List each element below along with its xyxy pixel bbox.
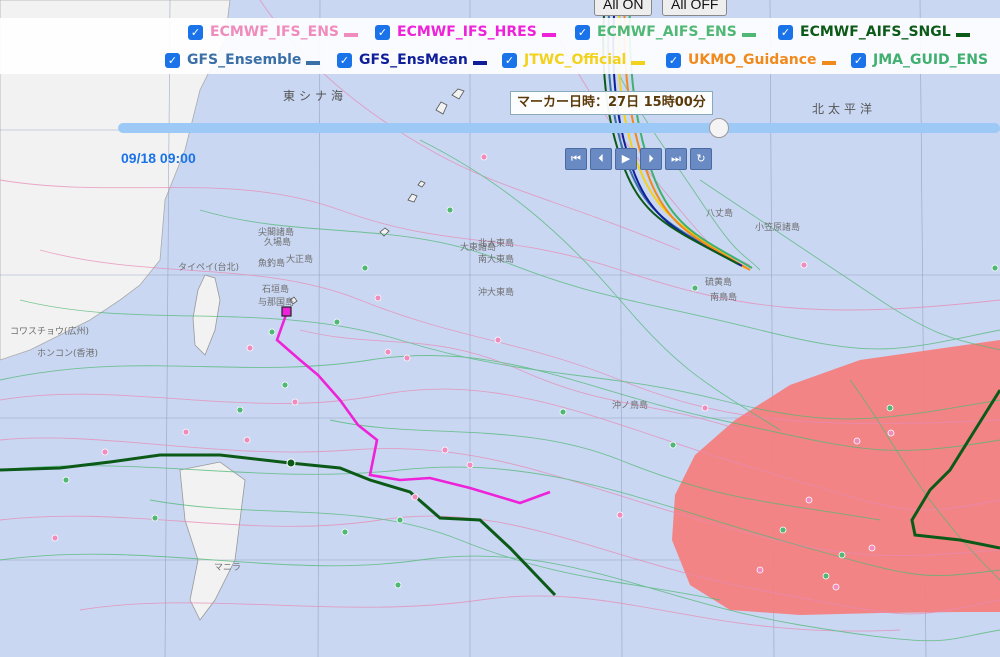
slider-thumb[interactable] — [708, 118, 729, 138]
place-label: 尖閣諸島 — [258, 226, 294, 238]
sea-label-east-china-sea: 東シナ海 — [283, 88, 347, 103]
legend-row-2: ✓ GFS_Ensemble ✓ GFS_EnsMean ✓ JTWC_Offi… — [0, 46, 1000, 74]
legend-label: ECMWF_IFS_HRES — [397, 24, 537, 40]
place-label: 小笠原諸島 — [755, 221, 800, 233]
play-icon[interactable]: ▶ — [615, 148, 637, 170]
place-label: マニラ — [214, 562, 241, 573]
legend-item-jma-guid-ens[interactable]: ✓ JMA_GUID_ENS — [851, 50, 988, 70]
legend-label: GFS_EnsMean — [359, 52, 468, 68]
legend-swatch — [631, 61, 646, 65]
place-label: 久場島 — [264, 236, 291, 248]
legend-swatch — [306, 61, 321, 65]
legend-label: UKMO_Guidance — [688, 52, 817, 68]
all-on-button[interactable]: All ON — [594, 0, 653, 16]
sea-label-north-pacific: 北太平洋 — [812, 101, 876, 116]
checkbox-icon[interactable]: ✓ — [165, 52, 180, 68]
legend-item-ukmo-guidance[interactable]: ✓ UKMO_Guidance — [666, 50, 836, 70]
prev-icon[interactable]: ⏴ — [590, 148, 612, 170]
checkbox-icon[interactable]: ✓ — [188, 24, 203, 40]
legend-label: GFS_Ensemble — [187, 52, 302, 68]
legend-item-gfs-ensemble[interactable]: ✓ GFS_Ensemble — [165, 50, 321, 70]
time-slider[interactable] — [118, 118, 1000, 138]
loop-icon[interactable]: ↻ — [690, 148, 712, 170]
aifs-position-marker — [286, 458, 296, 468]
legend-item-ecmwf-ifs-ens[interactable]: ✓ ECMWF_IFS_ENS — [188, 22, 358, 42]
place-label: 南大東島 — [478, 253, 514, 265]
place-label: 南鳥島 — [710, 291, 737, 303]
legend-label: ECMWF_IFS_ENS — [210, 24, 339, 40]
place-label: 沖大東島 — [478, 286, 514, 298]
legend-swatch — [472, 61, 487, 65]
legend-row-1: ✓ ECMWF_IFS_ENS ✓ ECMWF_IFS_HRES ✓ ECMWF… — [0, 18, 1000, 46]
legend-item-ecmwf-aifs-ens[interactable]: ✓ ECMWF_AIFS_ENS — [575, 22, 756, 42]
legend-item-gfs-ensmean[interactable]: ✓ GFS_EnsMean — [337, 50, 487, 70]
legend-label: JMA_GUID_ENS — [873, 52, 989, 68]
current-position-marker — [281, 306, 292, 317]
playback-controls: ⏮ ⏴ ▶ ⏵ ⏭ ↻ — [565, 148, 712, 170]
first-icon[interactable]: ⏮ — [565, 148, 587, 170]
checkbox-icon[interactable]: ✓ — [575, 24, 590, 40]
legend-label: JTWC_Official — [524, 52, 627, 68]
legend-swatch — [955, 33, 970, 37]
checkbox-icon[interactable]: ✓ — [666, 52, 681, 68]
place-label: コワスチョウ(広州) — [10, 325, 89, 337]
slider-track[interactable] — [118, 123, 1000, 133]
legend-swatch — [344, 33, 358, 37]
all-off-button[interactable]: All OFF — [662, 0, 728, 16]
legend-item-ecmwf-aifs-sngl[interactable]: ✓ ECMWF_AIFS_SNGL — [778, 22, 970, 42]
next-icon[interactable]: ⏵ — [640, 148, 662, 170]
place-label: 与那国島 — [258, 296, 294, 308]
checkbox-icon[interactable]: ✓ — [851, 52, 866, 68]
checkbox-icon[interactable]: ✓ — [778, 24, 793, 40]
place-label: 魚釣島 — [258, 257, 285, 269]
place-label: 大正島 — [286, 253, 313, 265]
legend-item-jtwc-official[interactable]: ✓ JTWC_Official — [502, 50, 646, 70]
legend-swatch — [741, 33, 756, 37]
place-label: 八丈島 — [706, 207, 733, 219]
legend-label: ECMWF_AIFS_SNGL — [800, 24, 951, 40]
legend-swatch — [541, 33, 556, 37]
place-label: ホンコン(香港) — [37, 347, 98, 359]
place-label: 沖ノ鳥島 — [612, 399, 648, 411]
start-time-label: 09/18 09:00 — [121, 150, 196, 166]
place-label: 硫黄島 — [705, 276, 732, 288]
place-label: タイペイ(台北) — [178, 261, 239, 273]
last-icon[interactable]: ⏭ — [665, 148, 687, 170]
checkbox-icon[interactable]: ✓ — [337, 52, 352, 68]
marker-time-label: マーカー日時：27日 15時00分 — [510, 91, 713, 115]
checkbox-icon[interactable]: ✓ — [502, 52, 517, 68]
checkbox-icon[interactable]: ✓ — [375, 24, 390, 40]
place-label: 北大東島 — [478, 237, 514, 249]
forecast-map[interactable]: 東シナ海 北太平洋 ホンコン(香港) コワスチョウ(広州) タイペイ(台北) マ… — [0, 0, 1000, 657]
legend-label: ECMWF_AIFS_ENS — [597, 24, 737, 40]
place-label: 石垣島 — [262, 283, 289, 295]
legend-item-ecmwf-ifs-hres[interactable]: ✓ ECMWF_IFS_HRES — [375, 22, 556, 42]
legend-swatch — [821, 61, 836, 65]
